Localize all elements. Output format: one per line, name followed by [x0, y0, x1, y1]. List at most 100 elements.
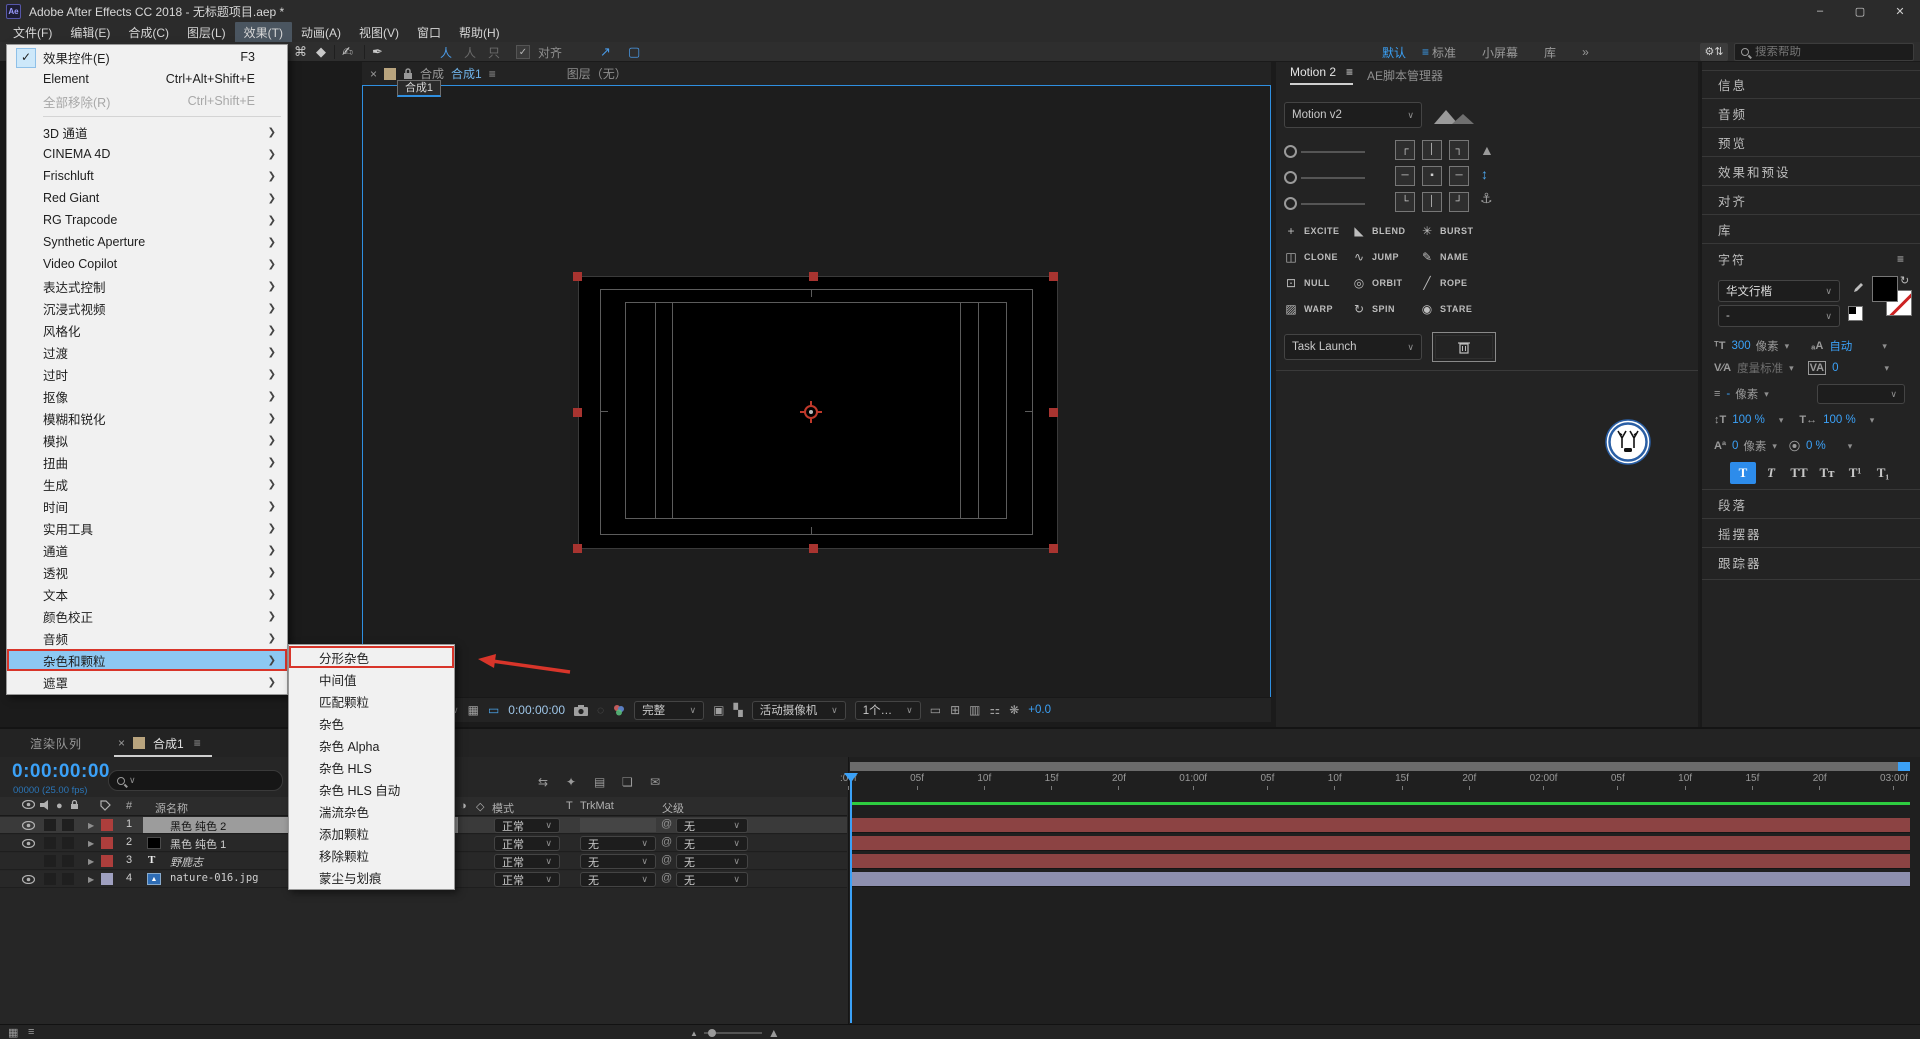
anchor-grid-button[interactable]: │	[1422, 192, 1442, 212]
menu-item[interactable]: 抠像 ❯	[7, 385, 287, 407]
timeline-zoom-control[interactable]: ▲ ▲	[690, 1026, 780, 1039]
channels-icon[interactable]	[613, 704, 625, 716]
menu-item[interactable]: Red Giant ❯	[7, 187, 287, 209]
panel-menu-icon[interactable]: ≡	[1897, 252, 1906, 266]
stroke-width-row[interactable]: ≡ -像素▾	[1714, 386, 1769, 402]
grid-options-icon[interactable]: ▦	[468, 703, 479, 717]
exposure-value[interactable]: +0.0	[1028, 704, 1051, 716]
anchor-grid-button[interactable]: ┐	[1449, 140, 1469, 160]
submenu-item[interactable]: 移除颗粒	[289, 844, 454, 866]
motion-button[interactable]: ▨WARP	[1284, 296, 1352, 322]
stroke-style-dropdown[interactable]: ∨	[1817, 384, 1905, 404]
exposure-reset-icon[interactable]: ❋	[1009, 703, 1019, 717]
maximize-button[interactable]: ▢	[1840, 0, 1880, 22]
menu-bar-item[interactable]: 文件(F)	[4, 22, 61, 43]
workspace-tab[interactable]: 标准	[1432, 44, 1456, 61]
hide-shy-icon[interactable]: ▤	[594, 775, 605, 789]
work-area-end-handle[interactable]	[1898, 762, 1910, 771]
tab-comp[interactable]: 合成1	[153, 735, 184, 752]
anchor-grid-button[interactable]: ┌	[1395, 140, 1415, 160]
motion-button[interactable]: ✳BURST	[1420, 218, 1488, 244]
pixel-aspect-icon[interactable]: ▭	[930, 703, 941, 717]
audio-toggle[interactable]	[44, 819, 56, 831]
comp-color-label[interactable]	[384, 68, 396, 80]
timeline-button-icon[interactable]: ▥	[969, 703, 980, 717]
menu-item[interactable]: 透视 ❯	[7, 561, 287, 583]
help-search-input[interactable]	[1755, 46, 1885, 58]
layer-color-label[interactable]	[101, 855, 113, 867]
eye-icon[interactable]	[22, 875, 35, 887]
layer-handle[interactable]	[573, 272, 582, 281]
all-caps-button[interactable]: TT	[1786, 462, 1812, 484]
lock-toggle[interactable]	[62, 855, 74, 867]
region-of-interest-icon[interactable]: ▣	[713, 703, 724, 717]
faux-bold-button[interactable]: T	[1730, 462, 1756, 484]
trkmat-column-header[interactable]: TrkMat	[580, 800, 614, 812]
menu-item[interactable]: 全部移除(R) Ctrl+Shift+E ❯	[7, 90, 287, 112]
shy-arrow-icon[interactable]: ↗	[600, 44, 611, 60]
playhead-handle[interactable]	[844, 773, 858, 782]
timeline-search[interactable]: ∨	[108, 770, 283, 791]
layer-bar[interactable]	[850, 836, 1910, 851]
local-axis-mode-icon[interactable]: 人	[440, 44, 452, 61]
parent-dropdown[interactable]: 无∨	[676, 872, 748, 887]
menu-item[interactable]: Synthetic Aperture ❯	[7, 231, 287, 253]
menu-item[interactable]: 过时 ❯	[7, 363, 287, 385]
layer-expand-arrow[interactable]: ▶	[88, 857, 94, 866]
comp-timecode[interactable]: 0:00:00:00	[508, 703, 565, 717]
menu-item[interactable]: 通道 ❯	[7, 539, 287, 561]
menu-item[interactable]: 遮罩 ❯	[7, 671, 287, 693]
menu-item[interactable]: Frischluft ❯	[7, 165, 287, 187]
lock-toggle[interactable]	[62, 819, 74, 831]
world-axis-mode-icon[interactable]: 人	[464, 44, 476, 61]
workspace-tab[interactable]: 默认	[1382, 44, 1406, 61]
submenu-item[interactable]: 蒙尘与划痕	[289, 866, 454, 888]
fast-previews-icon[interactable]: ⊞	[950, 703, 960, 717]
source-name-column-header[interactable]: 源名称	[155, 800, 188, 816]
menu-item[interactable]: Element Ctrl+Alt+Shift+E ❯	[7, 68, 287, 90]
layer-handle[interactable]	[573, 544, 582, 553]
workspace-tab[interactable]: 库	[1544, 44, 1556, 61]
motion-button[interactable]: ∿JUMP	[1352, 244, 1420, 270]
slider-row[interactable]	[1284, 197, 1365, 210]
brush-tool-icon[interactable]: ✍	[342, 44, 353, 60]
zoom-slider-handle[interactable]	[708, 1029, 716, 1037]
motion-button[interactable]: ╱ROPE	[1420, 270, 1488, 296]
faux-italic-button[interactable]: T	[1758, 462, 1784, 484]
sidebar-panel-header[interactable]: 对齐	[1702, 186, 1920, 215]
zoom-in-icon[interactable]: ▲	[768, 1026, 780, 1039]
resolution-dropdown[interactable]: 完整∨	[634, 701, 704, 720]
pickwhip-icon[interactable]: @	[661, 836, 672, 848]
sidebar-panel-header[interactable]: 段落	[1702, 489, 1920, 518]
mode-dropdown[interactable]: 正常∨	[494, 818, 560, 833]
scale-row[interactable]: ↕T 100 %▾ T↔ 100 %▾	[1714, 414, 1874, 426]
workspace-tab[interactable]: 小屏幕	[1482, 44, 1518, 61]
playhead[interactable]	[850, 773, 852, 1023]
audio-toggle[interactable]	[44, 837, 56, 849]
menu-item[interactable]: RG Trapcode ❯	[7, 209, 287, 231]
comp-tab-name[interactable]: 合成1	[451, 65, 482, 82]
layer-handle[interactable]	[1049, 272, 1058, 281]
anchor-grid-button[interactable]: ▪	[1422, 166, 1442, 186]
motion-button[interactable]: ⊡NULL	[1284, 270, 1352, 296]
sidebar-panel-header[interactable]: 摇摆器	[1702, 518, 1920, 547]
submenu-item[interactable]: 杂色	[289, 712, 454, 734]
expand-transfer-icon[interactable]: ▦	[8, 1026, 18, 1039]
sidebar-panel-header[interactable]: 音频	[1702, 99, 1920, 128]
menu-bar-item[interactable]: 效果(T)	[235, 22, 292, 43]
layer-expand-arrow[interactable]: ▶	[88, 839, 94, 848]
layer-panel-tab[interactable]: 图层（无）	[567, 65, 627, 82]
workspace-tab[interactable]: »	[1582, 45, 1589, 59]
small-caps-button[interactable]: Tᴛ	[1814, 462, 1840, 484]
submenu-item[interactable]: 匹配颗粒	[289, 690, 454, 712]
swap-colors-icon[interactable]: ↻	[1900, 274, 1909, 287]
anchor-grid-button[interactable]: │	[1422, 140, 1442, 160]
anchor-grid-button[interactable]: ┘	[1449, 192, 1469, 212]
panel-menu-icon[interactable]: ≡	[489, 67, 496, 81]
parent-dropdown[interactable]: 无∨	[676, 836, 748, 851]
eye-icon[interactable]	[22, 821, 35, 833]
lock-toggle[interactable]	[62, 873, 74, 885]
motion-button[interactable]: ◫CLONE	[1284, 244, 1352, 270]
anchor-icon[interactable]: ⚓	[1480, 190, 1493, 207]
timeline-search-input[interactable]	[140, 773, 260, 788]
